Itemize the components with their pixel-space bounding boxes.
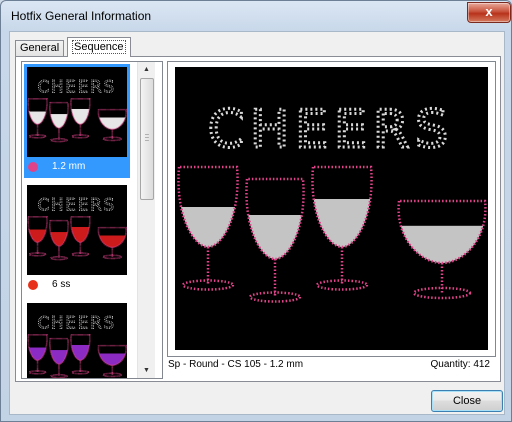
thumbnail-list[interactable]: CHEERS 1.2 mm CHEERS 6 ss CHEERS ▲ – – – ▼ — [21, 61, 163, 379]
wine-glass-3-base — [71, 134, 90, 139]
thumbnail-list-scrollbar[interactable]: ▲ – – – ▼ — [137, 62, 155, 378]
thumbnail-label: 6 ss — [52, 279, 71, 290]
scroll-down-arrow-icon[interactable]: ▼ — [142, 366, 151, 375]
wine-glass-3-base — [71, 252, 90, 257]
title-bar[interactable]: Hotfix General Information x — [1, 1, 511, 31]
thumbnail-item[interactable]: CHEERS 6 ss — [24, 182, 130, 296]
cheers-text: CHEERS — [38, 195, 117, 214]
close-window-icon[interactable]: x — [467, 2, 511, 23]
wine-glass-1-base — [28, 370, 47, 375]
stone-color-icon — [28, 280, 38, 290]
sequence-tab-panel: CHEERS 1.2 mm CHEERS 6 ss CHEERS ▲ – – – ▼ CHE… — [15, 56, 501, 382]
design-preview-frame: CHEERS — [167, 61, 496, 357]
stone-color-icon — [28, 162, 38, 172]
wine-glass-3-base — [71, 370, 90, 375]
wine-glass-4 — [97, 226, 127, 260]
wine-glass-2-base — [50, 137, 68, 143]
thumbnail-label: 1.2 mm — [52, 161, 86, 172]
thumbnail-image: CHEERS — [27, 185, 127, 275]
wine-glass-4 — [97, 108, 127, 142]
wine-glass-4-base — [102, 136, 123, 142]
wine-glass-1-base — [28, 252, 47, 257]
wine-glass-4 — [97, 344, 127, 378]
quantity-label: Quantity: 412 — [430, 359, 490, 370]
wine-glass-4-base — [102, 254, 123, 260]
wine-glass-4-fill — [98, 353, 127, 366]
wine-glass-3 — [311, 165, 373, 291]
thumbnail-item[interactable]: CHEERS 1.2 mm — [24, 64, 130, 178]
wine-glass-3-fill — [312, 199, 372, 247]
wine-glass-2-fill — [49, 350, 69, 365]
cheers-text: CHEERS — [38, 313, 117, 332]
wine-glass-2-fill — [49, 232, 69, 247]
wine-glass-4-base — [102, 372, 123, 378]
close-button[interactable]: Close — [431, 390, 503, 412]
dialog-client-area: General Sequence CHEERS 1.2 mm CHEERS 6 ss C… — [9, 31, 505, 415]
wine-glass-2-fill — [49, 114, 69, 129]
dialog-window: Hotfix General Information x General Seq… — [0, 0, 512, 422]
wine-glass-4 — [397, 199, 487, 300]
tab-general-label: General — [20, 42, 60, 54]
thumbnail-caption: 6 ss — [24, 279, 130, 293]
design-preview-image: CHEERS — [175, 67, 488, 350]
scrollbar-thumb[interactable]: – – – — [140, 78, 154, 200]
wine-glass-1-base — [28, 134, 47, 139]
stone-spec-label: Sp - Round - CS 105 - 1.2 mm — [168, 359, 304, 370]
cheers-text: CHEERS — [208, 100, 454, 160]
scrollbar-grip-icon: – – – — [145, 131, 149, 144]
tab-general[interactable]: General — [15, 40, 65, 56]
window-title: Hotfix General Information — [11, 9, 152, 23]
wine-glass-3-fill — [70, 226, 90, 243]
wine-glass-2-base — [50, 373, 68, 378]
wine-glass-2-base — [50, 255, 68, 261]
thumbnail-caption: 1.2 mm — [24, 161, 130, 175]
cheers-text: CHEERS — [38, 77, 117, 96]
thumbnail-image: CHEERS — [27, 67, 127, 157]
wine-glass-3-fill — [70, 108, 90, 125]
wine-glass-2-fill — [246, 215, 304, 259]
wine-glass-4-fill — [98, 235, 127, 248]
thumbnail-item[interactable]: CHEERS — [24, 300, 130, 378]
thumbnail-image: CHEERS — [27, 303, 127, 378]
tab-sequence[interactable]: Sequence — [67, 37, 131, 57]
tab-sequence-label: Sequence — [72, 40, 126, 54]
design-info-bar: Sp - Round - CS 105 - 1.2 mm Quantity: 4… — [168, 359, 494, 373]
wine-glass-4-fill — [98, 117, 127, 130]
scroll-up-arrow-icon[interactable]: ▲ — [142, 65, 151, 74]
wine-glass-3-fill — [70, 344, 90, 361]
